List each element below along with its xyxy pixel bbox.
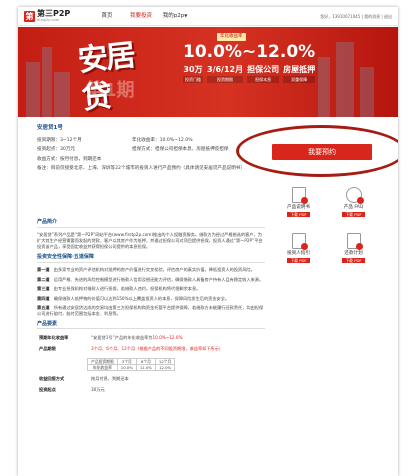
section-features-title: 产品要素 <box>37 321 265 330</box>
schedule-icon <box>346 233 363 250</box>
nav-invest[interactable]: 我要投资 <box>124 13 158 20</box>
rate-label: 年化收益率 <box>217 33 246 42</box>
safety-step: 第五道 所有通过安居贷达成的交易均由第三方担保机构和资金托管平台提供保障，若借款… <box>37 305 264 317</box>
chevron-down-icon: ▼ <box>184 13 188 18</box>
download-pdf-button[interactable]: 下载 PDF <box>287 258 310 264</box>
feature-term: 3/6/12月 投资期限 <box>207 65 244 84</box>
safety-step: 第一道 由多家专业的资产评估机构对抵押的房产价值进行交叉检验，评估房产的真实价值… <box>37 267 255 273</box>
nav-my-p2p[interactable]: 我的p2p▼ <box>158 13 192 20</box>
banner-subtitle: 第1期 <box>86 80 135 101</box>
document-icon <box>291 187 308 204</box>
download-docs: 产品说明书 下载 PDF 产品 FAQ 下载 PDF 投资人指引 下载 PDF … <box>271 187 381 279</box>
term-rate-table: 产品投资期限 3个月 6个月 12个月 年化收益率 10.0% 11.0% 12.0% <box>87 357 176 371</box>
safety-step: 第四道 确保借款人抵押物的价值可以达到150%以上覆盖投资人的本息，保障风险发生… <box>37 295 230 301</box>
logo-name: 第三P2P <box>37 9 71 18</box>
product-details: 产品简介 “安居贷”系列产品是“第一P2P”网站平台(www.firstp2p.… <box>37 216 265 397</box>
header: 第 第三P2P firstp2p.com 首页 我要投资 我的p2p▼ 您好，1… <box>18 7 398 26</box>
safety-step: 第三道 由专业担保机构对借款人进行担保，若借款人违约，担保机构将代偿剩余本息。 <box>37 286 201 292</box>
faq-icon <box>345 187 364 204</box>
features-table-2: 收益回报方式 按月付息，到期还本 投资起点 30万元 <box>39 375 129 392</box>
user-links[interactable]: 您好，13910071045 | 我的消息 | 退出 <box>320 14 392 19</box>
doc-repayment-plan: 还款计划 下载 PDF <box>326 233 381 279</box>
section-intro-title: 产品简介 <box>37 219 265 228</box>
section-safety-title: 投资安全性保障·五道保障 <box>37 254 265 264</box>
nav-home[interactable]: 首页 <box>90 13 124 20</box>
banner-features: 30万 投资门槛 3/6/12月 投资期限 担保公司 担保本息 房屋抵押 双重保… <box>183 65 333 84</box>
features-table: 预期年化收益率 “安居贷1号”产品的年化收益率为10.0%~12.0% 产品期限 3… <box>39 335 224 352</box>
intro-text: “安居贷”系列产品是“第一P2P”网站平台(www.firstp2p.com)推… <box>37 231 263 250</box>
feature-guarantee: 担保公司 担保本息 <box>247 65 280 84</box>
page-frame: 第 第三P2P firstp2p.com 首页 我要投资 我的p2p▼ 您好，1… <box>18 7 398 476</box>
guide-icon <box>291 233 308 250</box>
logo[interactable]: 第 第三P2P firstp2p.com <box>24 10 70 22</box>
safety-step: 第二道 运用严格、先进的风险控制模型进行借款人信用及偿还能力评估，确保借款人具备… <box>37 276 264 282</box>
download-pdf-button[interactable]: 下载 PDF <box>342 258 365 264</box>
logo-url: firstp2p.com <box>37 18 60 22</box>
product-info: 投资期限：3~12个月 年化收益率：10.0%~12.0% 投资起点：30万元 担保… <box>37 138 245 172</box>
highlight-ellipse <box>236 125 398 177</box>
download-pdf-button[interactable]: 下载 PDF <box>287 212 310 218</box>
logo-mark: 第 <box>24 10 35 22</box>
doc-investor-guide: 投资人指引 下载 PDF <box>271 233 326 279</box>
banner-title: 安居贷 <box>76 38 136 117</box>
download-pdf-button[interactable]: 下载 PDF <box>342 212 365 218</box>
main-nav: 首页 我要投资 我的p2p▼ <box>90 13 192 20</box>
doc-product-manual: 产品说明书 下载 PDF <box>271 187 326 233</box>
feature-collateral: 房屋抵押 双重保障 <box>283 65 316 84</box>
doc-faq: 产品 FAQ 下载 PDF <box>326 187 381 233</box>
promo-banner: 安居贷 第1期 年化收益率 10.0%~12.0% 30万 投资门槛 3/6/1… <box>18 27 398 117</box>
product-name: 安居贷1号 <box>37 125 63 131</box>
rate-value: 10.0%~12.0% <box>183 42 316 63</box>
feature-threshold: 30万 投资门槛 <box>183 65 203 84</box>
